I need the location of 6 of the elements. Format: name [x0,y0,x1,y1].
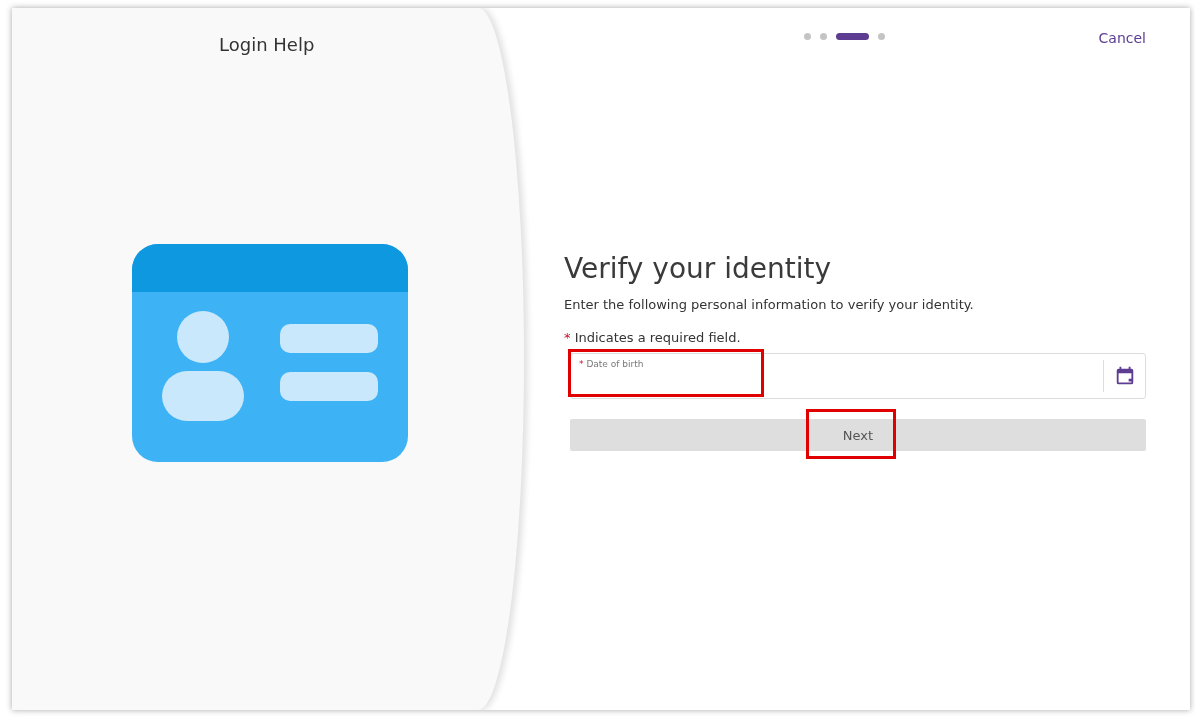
required-note: * Indicates a required field. [564,330,742,345]
form-heading: Verify your identity [564,252,833,285]
form-intro: Enter the following personal information to verify your identity. [564,297,975,312]
page-title: Login Help [218,33,316,55]
date-of-birth-field[interactable]: * Date of birth [570,353,1146,399]
cancel-link[interactable]: Cancel [1098,30,1146,46]
